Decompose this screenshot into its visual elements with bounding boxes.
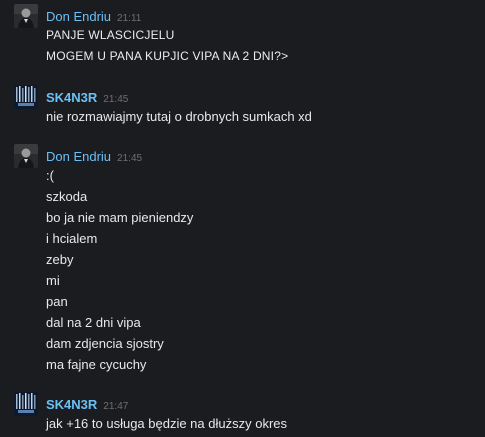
message-timestamp: 21:45 <box>117 153 143 164</box>
message-header: Don Endriu 21:11 <box>46 8 141 24</box>
message-line: mi <box>46 273 60 288</box>
author-name[interactable]: SK4N3R <box>46 397 97 412</box>
message-line: i hcialem <box>46 231 98 246</box>
message-line: jak +16 to usługa będzie na dłuższy okre… <box>46 416 288 431</box>
message-timestamp: 21:47 <box>103 401 129 412</box>
message-timestamp: 21:45 <box>103 94 129 105</box>
author-name[interactable]: Don Endriu <box>46 149 111 164</box>
message-header: SK4N3R 21:47 <box>46 396 128 412</box>
message-line: bo ja nie mam pieniendzy <box>46 210 194 225</box>
avatar-sk4n3r[interactable] <box>14 392 38 416</box>
message-line: ma fajne cycuchy <box>46 357 147 372</box>
logo-avatar-icon <box>14 392 38 416</box>
author-name[interactable]: SK4N3R <box>46 90 97 105</box>
message-body: :( szkoda bo ja nie mam pieniendzy i hci… <box>46 165 476 375</box>
message-body: nie rozmawiajmy tutaj o drobnych sumkach… <box>46 106 476 127</box>
author-name[interactable]: Don Endriu <box>46 9 111 24</box>
message-header: Don Endriu 21:45 <box>46 148 142 164</box>
avatar-don-endriu[interactable] <box>14 144 38 168</box>
logo-avatar-icon <box>14 85 38 109</box>
person-avatar-icon <box>14 4 38 28</box>
person-avatar-icon <box>14 144 38 168</box>
message-body: PANJE WLASCICJELU MOGEM U PANA KUPJIC VI… <box>46 25 476 67</box>
message-header: SK4N3R 21:45 <box>46 89 128 105</box>
message-body: jak +16 to usługa będzie na dłuższy okre… <box>46 413 476 434</box>
message-line: nie rozmawiajmy tutaj o drobnych sumkach… <box>46 109 312 124</box>
message-line: szkoda <box>46 189 88 204</box>
message-timestamp: 21:11 <box>117 13 142 24</box>
chat-log: Don Endriu 21:11 PANJE WLASCICJELU MOGEM … <box>0 0 485 437</box>
message-line: pan <box>46 294 68 309</box>
message-line: :( <box>46 168 54 183</box>
message-line: dal na 2 dni vipa <box>46 315 141 330</box>
message-line: MOGEM U PANA KUPJIC VIPA NA 2 DNI?> <box>46 49 289 63</box>
avatar-sk4n3r[interactable] <box>14 85 38 109</box>
message-line: zeby <box>46 252 74 267</box>
message-line: PANJE WLASCICJELU <box>46 28 175 42</box>
message-line: dam zdjencia sjostry <box>46 336 164 351</box>
avatar-don-endriu[interactable] <box>14 4 38 28</box>
